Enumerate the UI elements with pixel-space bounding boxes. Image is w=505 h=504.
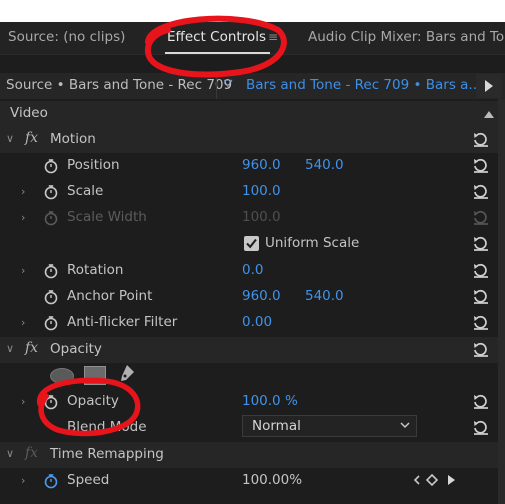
reset-icon[interactable] bbox=[472, 157, 490, 175]
position-y-value[interactable]: 540.0 bbox=[305, 157, 344, 173]
motion-effect-row[interactable]: ∨ fx Motion bbox=[0, 127, 498, 153]
chevron-down-icon[interactable]: ∨ bbox=[6, 132, 14, 145]
anchor-point-row: Anchor Point 960.0 540.0 bbox=[0, 284, 498, 310]
tab-audio-clip-mixer[interactable]: Audio Clip Mixer: Bars and Tone bbox=[308, 29, 505, 45]
anchor-point-y-value[interactable]: 540.0 bbox=[305, 288, 344, 304]
opacity-label: Opacity bbox=[67, 393, 119, 409]
stopwatch-icon[interactable] bbox=[44, 263, 59, 279]
chevron-right-icon[interactable]: › bbox=[21, 185, 25, 198]
video-header: Video bbox=[0, 101, 498, 127]
scroll-up-icon[interactable] bbox=[484, 110, 494, 118]
pen-mask-icon[interactable] bbox=[118, 364, 136, 384]
video-label: Video bbox=[10, 105, 48, 121]
chevron-down-icon[interactable]: ∨ bbox=[6, 342, 14, 355]
master-clip-label[interactable]: Source • Bars and Tone - Rec 709 bbox=[6, 77, 232, 93]
rotation-row: › Rotation 0.0 bbox=[0, 258, 498, 284]
keyframe-nav-icon[interactable] bbox=[410, 471, 470, 489]
reset-icon[interactable] bbox=[472, 183, 490, 201]
opacity-effect-row[interactable]: ∨ fx Opacity bbox=[0, 337, 498, 363]
fx-icon: fx bbox=[25, 445, 39, 461]
reset-icon[interactable] bbox=[472, 314, 490, 332]
vertical-scrollbar[interactable] bbox=[498, 99, 505, 504]
scale-value[interactable]: 100.0 bbox=[242, 183, 281, 199]
top-border bbox=[0, 0, 505, 22]
divider bbox=[216, 73, 217, 99]
effect-controls-panel: Video ∨ fx Motion Position 960.0 540.0 ›… bbox=[0, 99, 498, 504]
motion-label: Motion bbox=[50, 131, 96, 147]
rotation-label: Rotation bbox=[67, 262, 124, 278]
play-icon[interactable] bbox=[476, 74, 502, 98]
scale-width-label: Scale Width bbox=[67, 209, 147, 225]
stopwatch-icon bbox=[44, 211, 58, 226]
reset-icon[interactable] bbox=[472, 131, 490, 149]
blend-mode-label: Blend Mode bbox=[67, 419, 147, 435]
time-remapping-label: Time Remapping bbox=[50, 446, 164, 462]
reset-icon[interactable] bbox=[472, 288, 490, 306]
anti-flicker-label: Anti-flicker Filter bbox=[67, 314, 178, 330]
chevron-down-icon[interactable]: ∨ bbox=[6, 447, 14, 460]
scale-width-value: 100.0 bbox=[242, 209, 281, 225]
reset-icon bbox=[473, 210, 489, 225]
stopwatch-icon[interactable] bbox=[44, 184, 59, 200]
opacity-value[interactable]: 100.0 % bbox=[242, 393, 298, 409]
stopwatch-icon[interactable] bbox=[44, 289, 59, 305]
reset-icon[interactable] bbox=[472, 341, 490, 359]
stopwatch-icon[interactable] bbox=[44, 315, 59, 331]
position-row: Position 960.0 540.0 bbox=[0, 153, 498, 179]
reset-icon[interactable] bbox=[472, 393, 490, 411]
rotation-value[interactable]: 0.0 bbox=[242, 262, 263, 278]
chevron-right-icon: › bbox=[21, 211, 26, 224]
reset-icon[interactable] bbox=[472, 262, 490, 280]
scale-width-row: › Scale Width 100.0 bbox=[0, 205, 498, 231]
uniform-scale-row: Uniform Scale bbox=[0, 231, 498, 257]
position-x-value[interactable]: 960.0 bbox=[242, 157, 281, 173]
opacity-row: › Opacity 100.0 % bbox=[0, 389, 498, 415]
fx-icon[interactable]: fx bbox=[25, 130, 38, 146]
tab-effect-controls[interactable]: Effect Controls bbox=[167, 29, 266, 45]
scale-label: Scale bbox=[67, 183, 104, 199]
chevron-down-icon bbox=[400, 422, 410, 429]
ellipse-mask-icon[interactable] bbox=[50, 368, 74, 384]
chevron-right-icon[interactable]: › bbox=[21, 474, 25, 487]
stopwatch-icon[interactable] bbox=[44, 158, 59, 174]
chevron-down-icon[interactable]: ▽ bbox=[224, 77, 232, 90]
fx-icon[interactable]: fx bbox=[25, 340, 38, 356]
scale-row: › Scale 100.0 bbox=[0, 179, 498, 205]
position-label: Position bbox=[67, 157, 120, 173]
uniform-scale-label: Uniform Scale bbox=[265, 235, 360, 251]
chevron-right-icon[interactable]: › bbox=[21, 395, 25, 408]
anchor-point-x-value[interactable]: 960.0 bbox=[242, 288, 281, 304]
panel-tab-bar: Source: (no clips) Effect Controls Audio… bbox=[0, 22, 505, 55]
time-remapping-row[interactable]: ∨ fx Time Remapping bbox=[0, 442, 498, 468]
anchor-point-label: Anchor Point bbox=[67, 288, 153, 304]
anti-flicker-row: › Anti-flicker Filter 0.00 bbox=[0, 310, 498, 336]
sequence-clip-label[interactable]: Bars and Tone - Rec 709 • Bars a... bbox=[246, 77, 481, 93]
clip-selector-bar: Source • Bars and Tone - Rec 709 ▽ Bars … bbox=[0, 73, 505, 99]
reset-icon[interactable] bbox=[472, 419, 490, 437]
keyframe-nav bbox=[410, 471, 470, 489]
blend-mode-value: Normal bbox=[252, 418, 301, 434]
checkmark-icon bbox=[246, 238, 257, 249]
blend-mode-dropdown[interactable]: Normal bbox=[242, 415, 417, 437]
speed-label: Speed bbox=[67, 472, 110, 488]
chevron-right-icon[interactable]: › bbox=[21, 316, 25, 329]
active-tab-indicator bbox=[165, 52, 270, 54]
stopwatch-icon[interactable] bbox=[44, 473, 59, 489]
speed-value[interactable]: 100.00% bbox=[242, 472, 302, 488]
uniform-scale-checkbox[interactable] bbox=[244, 236, 259, 251]
anti-flicker-value[interactable]: 0.00 bbox=[242, 314, 272, 330]
stopwatch-icon[interactable] bbox=[44, 394, 59, 410]
chevron-right-icon[interactable]: › bbox=[21, 264, 25, 277]
tab-source[interactable]: Source: (no clips) bbox=[8, 29, 125, 45]
reset-icon[interactable] bbox=[472, 235, 490, 253]
opacity-section-label: Opacity bbox=[50, 341, 102, 357]
menu-icon[interactable]: ≡ bbox=[268, 30, 278, 44]
rectangle-mask-icon[interactable] bbox=[84, 366, 106, 385]
